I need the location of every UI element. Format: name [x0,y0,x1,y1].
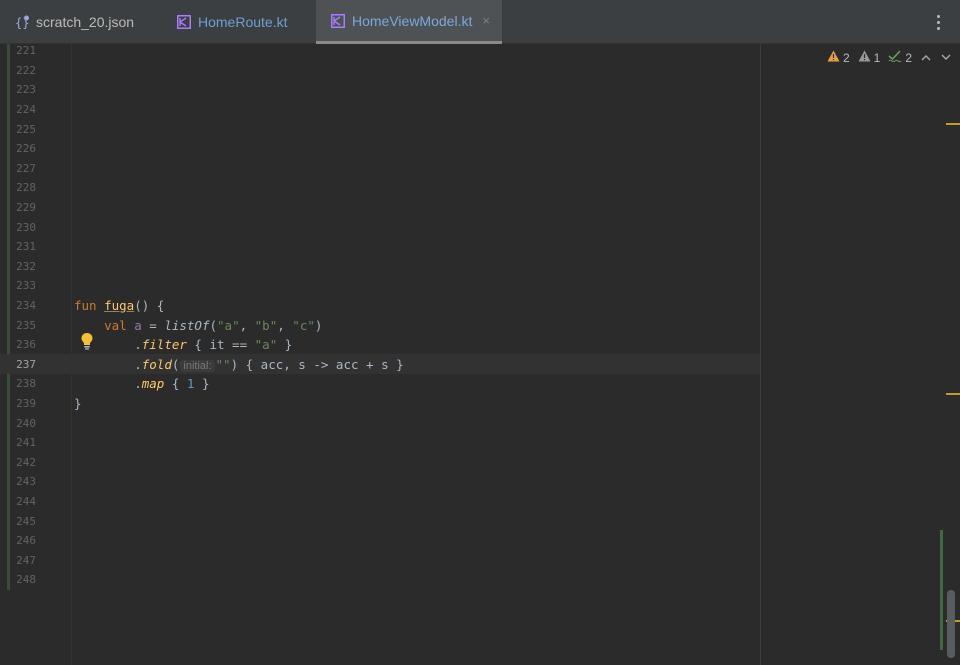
code-line: 221 [0,44,760,61]
code-text[interactable]: val a = listOf("a", "b", "c") [74,318,322,333]
code-text[interactable]: .map { 1 } [74,376,209,391]
warning-marker[interactable] [946,393,960,395]
vertical-scrollbar-thumb[interactable] [947,590,955,658]
code-line: 237 .fold(initial: "") { acc, s -> acc + … [0,355,760,375]
line-number: 222 [16,63,36,77]
code-line: 228 [0,178,760,198]
line-number: 235 [16,318,36,332]
code-line: 230 [0,217,760,237]
code-line: 225 [0,119,760,139]
line-number: 230 [16,220,36,234]
code-line: 242 [0,452,760,472]
right-margin-guide [760,44,761,665]
line-number: 229 [16,201,36,215]
tab-home-view-model[interactable]: HomeViewModel.kt × [316,0,502,44]
code-line: 245 [0,511,760,531]
code-line: 224 [0,100,760,120]
line-number: 243 [16,475,36,489]
line-number: 242 [16,455,36,469]
line-number: 228 [16,181,36,195]
weak-warning-icon [858,50,871,65]
code-line: 231 [0,237,760,257]
code-line: 240 [0,413,760,433]
kotlin-file-icon [330,13,346,29]
line-number: 234 [16,299,36,313]
weak-warnings-counter[interactable]: 1 [858,50,880,65]
warning-marker[interactable] [946,123,960,125]
tab-scratch-json[interactable]: {} scratch_20.json [14,0,134,44]
tab-home-route[interactable]: HomeRoute.kt [176,0,287,44]
code-line: 226 [0,139,760,159]
kotlin-file-icon [176,14,192,30]
code-line: 236 .filter { it == "a" } [0,335,760,355]
code-line: 227 [0,159,760,179]
line-number: 247 [16,553,36,567]
warnings-counter[interactable]: 2 [827,50,850,65]
code-line: 238 .map { 1 } [0,374,760,394]
code-line: 234 fun fuga() { [0,296,760,316]
code-lines: 221 222 223 224 225 226 227 228 229 230 … [0,44,760,590]
code-line: 239 } [0,394,760,414]
code-text[interactable]: .fold(initial: "") { acc, s -> acc + s } [74,357,404,372]
code-line: 222 [0,61,760,81]
code-line: 246 [0,531,760,551]
typo-check-icon [888,50,902,65]
line-number: 245 [16,514,36,528]
line-number: 233 [16,279,36,293]
code-text[interactable]: fun fuga() { [74,298,164,313]
line-number: 223 [16,83,36,97]
line-number: 231 [16,240,36,254]
code-line: 244 [0,492,760,512]
code-line: 247 [0,550,760,570]
code-editor[interactable]: 221 222 223 224 225 226 227 228 229 230 … [0,44,960,665]
line-number: 248 [16,573,36,587]
code-line: 241 [0,433,760,453]
previous-highlight-icon[interactable] [920,52,932,64]
line-number: 244 [16,494,36,508]
line-number: 224 [16,103,36,117]
code-text[interactable]: } [74,396,82,411]
code-line: 248 [0,570,760,590]
code-text[interactable]: .filter { it == "a" } [74,337,292,352]
line-number: 232 [16,259,36,273]
code-line: 233 [0,276,760,296]
code-line: 232 [0,257,760,277]
typos-counter[interactable]: 2 [888,50,912,65]
json-file-icon: {} [14,14,30,30]
code-line: 223 [0,80,760,100]
line-number: 221 [16,44,36,58]
line-number: 226 [16,142,36,156]
next-highlight-icon[interactable] [940,52,952,64]
code-line: 243 [0,472,760,492]
line-number: 240 [16,416,36,430]
line-number: 237 [16,357,36,371]
tab-label: scratch_20.json [36,14,135,30]
close-icon[interactable]: × [482,13,490,28]
line-number: 246 [16,534,36,548]
code-line: 229 [0,198,760,218]
tab-label: HomeViewModel.kt [352,12,473,29]
warning-icon [827,50,840,65]
line-number: 238 [16,377,36,391]
code-line: 235 val a = listOf("a", "b", "c") [0,315,760,335]
line-number: 227 [16,161,36,175]
line-number: 239 [16,396,36,410]
vcs-change-stripe[interactable] [940,530,943,650]
line-number: 225 [16,122,36,136]
inspections-widget: 2 1 2 [827,50,952,65]
tab-actions-menu-icon[interactable] [930,12,946,32]
line-number: 236 [16,338,36,352]
lightbulb-icon[interactable] [80,332,94,350]
tab-label: HomeRoute.kt [198,14,288,30]
parameter-hint: initial: [180,359,215,372]
line-number: 241 [16,436,36,450]
editor-tab-bar: {} scratch_20.json HomeRoute.kt HomeView… [0,0,960,44]
